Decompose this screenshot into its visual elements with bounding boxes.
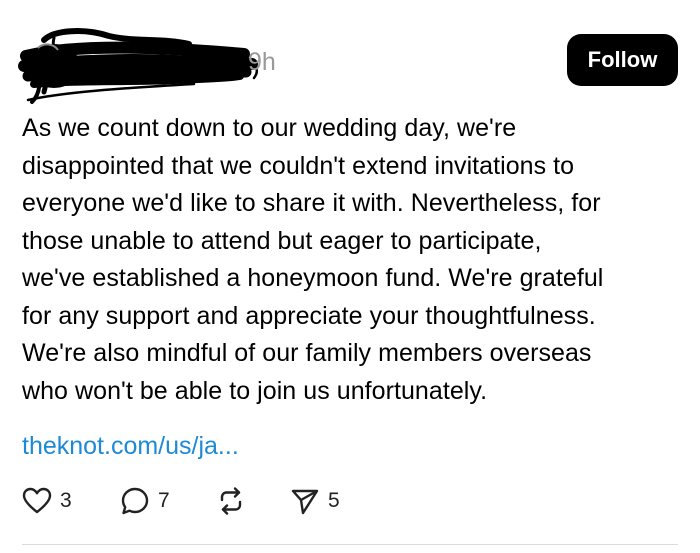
comment-icon xyxy=(121,487,149,515)
send-icon xyxy=(291,489,319,515)
repost-button[interactable] xyxy=(216,484,246,518)
reply-button[interactable]: 7 xyxy=(120,484,170,518)
post-text-line: for any support and appreciate your thou… xyxy=(22,301,596,330)
post-text-line: who won't be able to join us unfortunate… xyxy=(22,376,488,405)
post-text-line: those unable to attend but eager to part… xyxy=(22,226,542,255)
post-text-line: As we count down to our wedding day, we'… xyxy=(22,114,517,142)
post-text-line: We're also mindful of our family members… xyxy=(22,339,592,367)
redacted-username-scribble xyxy=(18,28,258,104)
post-timestamp: 9h xyxy=(248,48,276,76)
follow-button[interactable]: Follow xyxy=(567,34,678,86)
heart-icon xyxy=(22,487,52,514)
post-text-line: we've established a honeymoon fund. We'r… xyxy=(22,264,604,292)
repost-icon xyxy=(220,487,242,515)
like-count: 3 xyxy=(60,489,72,512)
share-count: 5 xyxy=(328,489,340,512)
post-actions-bar: 3 7 5 xyxy=(20,484,680,518)
reply-count: 7 xyxy=(158,489,170,512)
post-text-line: disappointed that we couldn't extend inv… xyxy=(22,151,575,180)
post-card: 9h Follow As we count down to our weddin… xyxy=(0,0,700,553)
share-button[interactable]: 5 xyxy=(290,484,340,518)
post-body: As we count down to our wedding day, we'… xyxy=(22,110,692,410)
post-divider xyxy=(22,544,678,545)
post-link[interactable]: theknot.com/us/ja... xyxy=(22,429,239,463)
post-text-line: everyone we'd like to share it with. Nev… xyxy=(22,189,601,217)
like-button[interactable]: 3 xyxy=(22,484,72,518)
